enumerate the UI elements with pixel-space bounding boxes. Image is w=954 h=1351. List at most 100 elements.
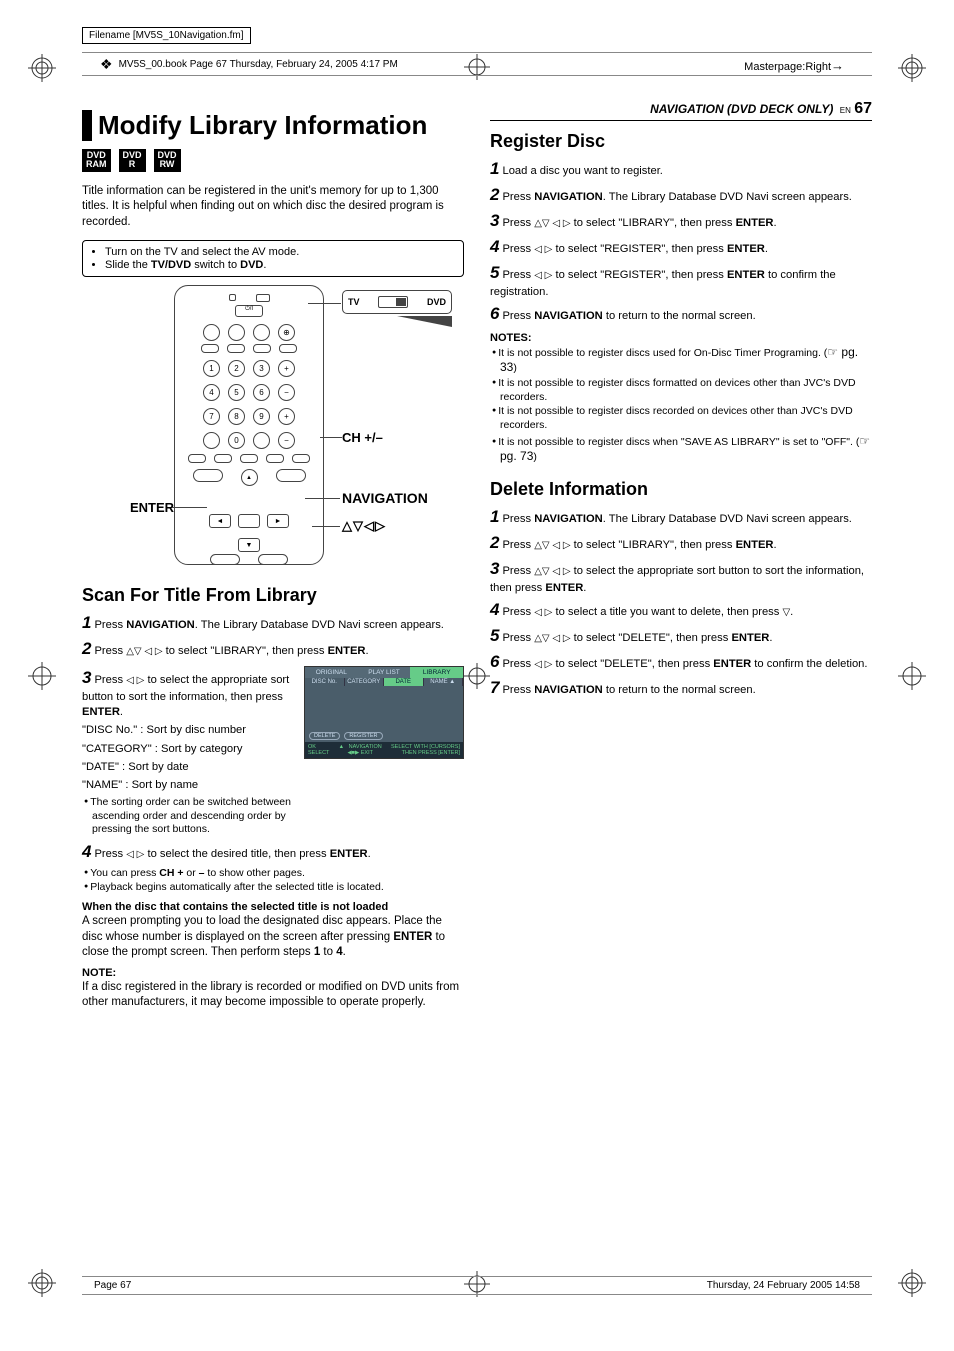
note-item: It is not possible to register discs for… — [500, 377, 872, 404]
masterpage-label: Masterpage:Right→ — [744, 58, 844, 73]
heading-register-disc: Register Disc — [490, 131, 872, 152]
left-column: Modify Library Information DVDRAM DVDR D… — [82, 100, 464, 1271]
callout-line — [308, 303, 341, 304]
col-name: NAME ▲ — [424, 678, 464, 686]
note-body: If a disc registered in the library is r… — [82, 980, 464, 1011]
remote-button: 4 — [203, 384, 220, 401]
step-3: 3Press ◁ ▷ to select the appropriate sor… — [82, 667, 294, 720]
step-2: 2Press △▽ ◁ ▷ to select "LIBRARY", then … — [82, 638, 464, 661]
slide-switch-icon — [378, 296, 408, 308]
registration-mark-icon — [898, 1269, 926, 1297]
note-heading: NOTE: — [82, 967, 464, 979]
footer-timestamp: Thursday, 24 February 2005 14:58 — [707, 1280, 860, 1291]
step-3: 3Press △▽ ◁ ▷ to select "LIBRARY", then … — [490, 210, 872, 233]
dpad: ◄ ► ▼ — [201, 492, 297, 552]
step-4: 4Press ◁ ▷ to select a title you want to… — [490, 599, 872, 622]
dpad-ok — [238, 514, 260, 528]
tab-playlist: PLAY LIST — [358, 667, 411, 678]
registration-mark-icon — [28, 54, 56, 82]
page-number: 67 — [854, 100, 872, 117]
tab-library: LIBRARY — [410, 667, 463, 678]
step-1: 1Load a disc you want to register. — [490, 158, 872, 181]
step-4: 4Press ◁ ▷ to select the desired title, … — [82, 841, 464, 864]
frame-text: MV5S_00.book Page 67 Thursday, February … — [119, 59, 398, 70]
thumb-register-button: REGISTER — [344, 732, 382, 740]
ir-window-icon — [256, 294, 270, 302]
remote-button — [203, 432, 220, 449]
ir-window-icon — [229, 294, 236, 301]
remote-button — [253, 324, 270, 341]
remote-button — [214, 454, 232, 463]
callout-line — [312, 526, 340, 527]
tvdvd-switch-panel: TV DVD — [342, 290, 452, 327]
col-category: CATEGORY — [345, 678, 385, 686]
book-icon: ❖ — [100, 57, 113, 71]
step-1: 1Press NAVIGATION. The Library Database … — [490, 506, 872, 529]
remote-button — [193, 469, 223, 482]
badge-dvd-rw: DVDRW — [154, 149, 181, 172]
registration-mark-icon — [898, 54, 926, 82]
remote-button: − — [278, 384, 295, 401]
dpad-right: ► — [267, 514, 289, 528]
registration-mark-icon — [28, 662, 56, 690]
wedge-icon — [397, 316, 452, 327]
remote-button: − — [278, 432, 295, 449]
dpad-down: ▼ — [238, 538, 260, 552]
footer-page: Page 67 — [94, 1280, 131, 1291]
remote-button — [228, 324, 245, 341]
step-1: 1Press NAVIGATION. The Library Database … — [82, 612, 464, 635]
notes-heading: NOTES: — [490, 332, 872, 344]
remote-button — [227, 344, 245, 353]
callout-arrows: △▽◁▷ — [342, 518, 386, 534]
remote-button: 5 — [228, 384, 245, 401]
when-not-loaded-body: A screen prompting you to load the desig… — [82, 914, 464, 961]
note-item: It is not possible to register discs rec… — [500, 405, 872, 432]
setup-item: Slide the TV/DVD switch to DVD. — [105, 259, 455, 271]
callout-line — [172, 507, 207, 508]
filename-label: Filename [MV5S_10Navigation.fm] — [82, 27, 251, 44]
remote-button — [253, 344, 271, 353]
setup-item: Turn on the TV and select the AV mode. — [105, 246, 455, 258]
remote-button: ⊕ — [278, 324, 295, 341]
callout-line — [305, 498, 340, 499]
remote-button — [203, 324, 220, 341]
step-3: 3Press △▽ ◁ ▷ to select the appropriate … — [490, 558, 872, 596]
step-5: 5Press ◁ ▷ to select "REGISTER", then pr… — [490, 262, 872, 300]
thumb-delete-button: DELETE — [309, 732, 340, 740]
remote-button: 8 — [228, 408, 245, 425]
remote-button — [276, 469, 306, 482]
remote-button — [258, 554, 288, 565]
remote-button — [292, 454, 310, 463]
step-2: 2Press △▽ ◁ ▷ to select "LIBRARY", then … — [490, 532, 872, 555]
note-item: It is not possible to register discs whe… — [500, 434, 872, 465]
disc-type-badges: DVDRAM DVDR DVDRW — [82, 149, 464, 172]
remote-button: ▲ — [241, 469, 258, 486]
remote-button: 1 — [203, 360, 220, 377]
step-6: 6Press NAVIGATION to return to the norma… — [490, 303, 872, 326]
step-5: 5Press △▽ ◁ ▷ to select "DELETE", then p… — [490, 625, 872, 648]
remote-button: 3 — [253, 360, 270, 377]
remote-button — [201, 344, 219, 353]
remote-button: 0 — [228, 432, 245, 449]
power-icon: ⏻/I — [235, 305, 263, 317]
remote-illustration: ⏻/I ⊕ 123+ 456− 789+ 0− — [82, 285, 464, 575]
arrow-right-icon: → — [831, 58, 844, 73]
dvd-label: DVD — [427, 297, 446, 307]
remote-button — [188, 454, 206, 463]
when-not-loaded-heading: When the disc that contains the selected… — [82, 901, 464, 913]
remote-button: + — [278, 408, 295, 425]
col-date: DATE — [384, 678, 424, 686]
badge-dvd-ram: DVDRAM — [82, 149, 111, 172]
heading-scan: Scan For Title From Library — [82, 585, 464, 606]
note-item: It is not possible to register discs use… — [500, 345, 872, 376]
bullet: You can press CH + or – to show other pa… — [92, 867, 464, 881]
callout-navigation: NAVIGATION — [342, 490, 428, 506]
remote-button — [210, 554, 240, 565]
setup-box: Turn on the TV and select the AV mode. S… — [82, 240, 464, 277]
bullet: Playback begins automatically after the … — [92, 881, 464, 895]
sort-option: "DATE" : Sort by date — [82, 760, 294, 775]
remote-button: 7 — [203, 408, 220, 425]
library-screen-thumbnail: ORIGINAL PLAY LIST LIBRARY DISC No. CATE… — [304, 666, 464, 759]
callout-line — [320, 437, 342, 438]
tv-label: TV — [348, 297, 360, 307]
